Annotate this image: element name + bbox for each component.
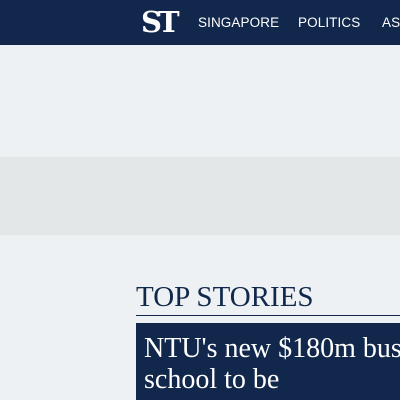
lead-story-card[interactable]: NTU's new $180m business school to be — [136, 323, 400, 400]
ad-placeholder-band — [0, 157, 400, 235]
top-navbar: ST SINGAPORE POLITICS ASIA — [0, 0, 400, 45]
lead-story-headline[interactable]: NTU's new $180m business school to be — [144, 333, 400, 395]
site-logo[interactable]: ST — [141, 4, 179, 40]
section-divider — [136, 315, 400, 316]
nav-link-singapore[interactable]: SINGAPORE — [198, 0, 279, 45]
nav-link-asia[interactable]: ASIA — [382, 0, 400, 45]
nav-link-politics[interactable]: POLITICS — [298, 0, 360, 45]
section-title-top-stories: TOP STORIES — [136, 281, 314, 313]
